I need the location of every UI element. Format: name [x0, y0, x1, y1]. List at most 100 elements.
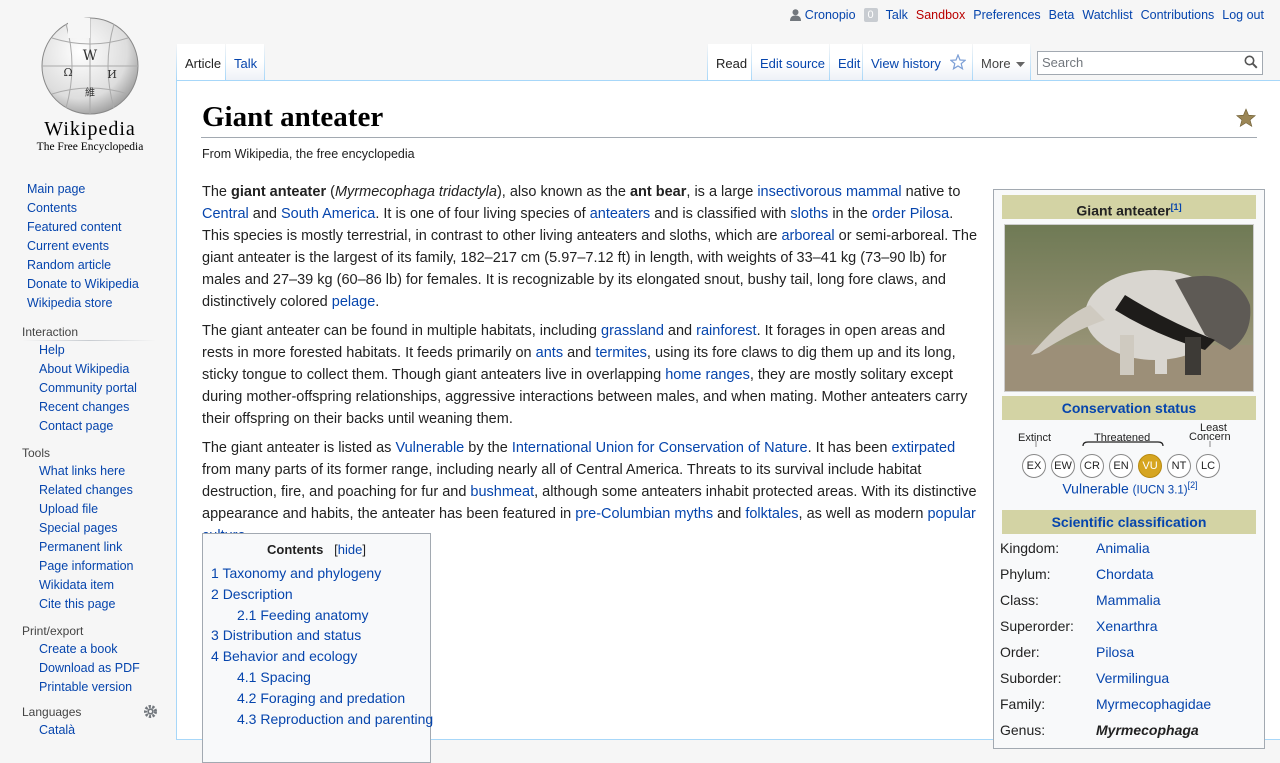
toc-item[interactable]: 4 Behavior and ecology — [211, 646, 422, 667]
sidebar-item-recent-changes[interactable]: Recent changes — [0, 398, 176, 417]
status-code-ew[interactable]: EW — [1051, 454, 1075, 478]
article-link[interactable]: pelage — [332, 294, 376, 310]
article-link[interactable]: bushmeat — [470, 484, 534, 500]
status-code-en[interactable]: EN — [1109, 454, 1133, 478]
preferences-link[interactable]: Preferences — [973, 8, 1040, 22]
article-link[interactable]: grassland — [601, 323, 664, 339]
sidebar-item-about-wikipedia[interactable]: About Wikipedia — [0, 360, 176, 379]
article-link[interactable]: International Union for Conservation of … — [512, 440, 808, 456]
sidebar-item-printable-version[interactable]: Printable version — [0, 678, 176, 697]
sidebar-item-cite-this-page[interactable]: Cite this page — [0, 595, 176, 614]
watchlist-link[interactable]: Watchlist — [1082, 8, 1132, 22]
article-link[interactable]: South America — [281, 206, 375, 222]
sidebar-item-donate-to-wikipedia[interactable]: Donate to Wikipedia — [0, 275, 176, 294]
toc-item[interactable]: 2.1 Feeding anatomy — [211, 605, 422, 626]
tab-view-history[interactable]: View history — [863, 44, 949, 80]
sidebar-item-help[interactable]: Help — [0, 341, 176, 360]
logout-link[interactable]: Log out — [1222, 8, 1264, 22]
user-link[interactable]: Cronopio — [789, 8, 856, 22]
notification-badge[interactable]: 0 — [863, 8, 878, 22]
article-link[interactable]: pre-Columbian — [575, 506, 670, 522]
toc-hide-link[interactable]: hide — [338, 542, 363, 557]
taxonomy-value-link[interactable]: Mammalia — [1096, 592, 1161, 608]
sandbox-link[interactable]: Sandbox — [916, 8, 965, 22]
article-link[interactable]: myths — [674, 506, 713, 522]
search-input[interactable]: Search — [1037, 51, 1263, 75]
toc-link[interactable]: Taxonomy and phylogeny — [222, 565, 381, 581]
toc-number[interactable]: 3 — [211, 627, 219, 643]
toc-link[interactable]: Foraging and predation — [260, 690, 405, 706]
taxonomy-value-link[interactable]: Pilosa — [1096, 644, 1134, 660]
talk-link[interactable]: Talk — [886, 8, 908, 22]
toc-number[interactable]: 4.1 — [237, 669, 256, 685]
more-menu[interactable]: More — [973, 44, 1030, 80]
sidebar-item-community-portal[interactable]: Community portal — [0, 379, 176, 398]
toc-link[interactable]: Distribution and status — [223, 627, 362, 643]
sidebar-item-wikipedia-store[interactable]: Wikipedia store — [0, 294, 176, 313]
tab-read[interactable]: Read — [708, 44, 756, 80]
sidebar-item-featured-content[interactable]: Featured content — [0, 218, 176, 237]
sidebar-item-contact-page[interactable]: Contact page — [0, 417, 176, 436]
toc-item[interactable]: 4.3 Reproduction and parenting — [211, 709, 433, 730]
taxonomy-value-link[interactable]: Vermilingua — [1096, 670, 1169, 686]
toc-link[interactable]: Feeding anatomy — [260, 607, 368, 623]
tab-edit-source[interactable]: Edit source — [752, 44, 834, 80]
sidebar-item-what-links-here[interactable]: What links here — [0, 462, 176, 481]
sidebar-item-main-page[interactable]: Main page — [0, 180, 176, 199]
sidebar-item-contents[interactable]: Contents — [0, 199, 176, 218]
username[interactable]: Cronopio — [805, 8, 856, 22]
language-link[interactable]: Català — [0, 721, 176, 740]
vulnerable-link[interactable]: Vulnerable — [1062, 481, 1128, 497]
sidebar-item-permanent-link[interactable]: Permanent link — [0, 538, 176, 557]
toc-item[interactable]: 4.2 Foraging and predation — [211, 688, 422, 709]
toc-link[interactable]: Spacing — [260, 669, 311, 685]
article-link[interactable]: home ranges — [665, 367, 750, 383]
toc-item[interactable]: 3 Distribution and status — [211, 625, 422, 646]
status-code-ex[interactable]: EX — [1022, 454, 1046, 478]
gear-icon[interactable] — [143, 704, 158, 719]
toc-number[interactable]: 2 — [211, 586, 219, 602]
article-link[interactable]: anteaters — [590, 206, 650, 222]
article-link[interactable]: sloths — [790, 206, 828, 222]
watch-star-tab[interactable] — [944, 44, 972, 80]
article-link[interactable]: Pilosa — [910, 206, 950, 222]
status-code-cr[interactable]: CR — [1080, 454, 1104, 478]
toc-number[interactable]: 4.3 — [237, 711, 256, 727]
sidebar-item-download-as-pdf[interactable]: Download as PDF — [0, 659, 176, 678]
taxonomy-value-link[interactable]: Myrmecophagidae — [1096, 696, 1211, 712]
tab-article[interactable]: Article — [177, 44, 230, 80]
article-link[interactable]: Vulnerable — [395, 440, 464, 456]
beta-link[interactable]: Beta — [1049, 8, 1075, 22]
article-link[interactable]: extirpated — [891, 440, 955, 456]
anteater-photo[interactable] — [1004, 224, 1254, 392]
toc-number[interactable]: 4.2 — [237, 690, 256, 706]
toc-item[interactable]: 4.1 Spacing — [211, 667, 422, 688]
article-link[interactable]: mammal — [846, 184, 902, 200]
search-icon[interactable] — [1244, 55, 1258, 69]
article-link[interactable]: Central — [202, 206, 249, 222]
classification-heading[interactable]: Scientific classification — [1002, 510, 1256, 534]
status-code-vu[interactable]: VU — [1138, 454, 1162, 478]
tab-talk[interactable]: Talk — [226, 44, 266, 80]
toc-link[interactable]: Behavior and ecology — [223, 648, 358, 664]
contributions-link[interactable]: Contributions — [1141, 8, 1215, 22]
sidebar-item-special-pages[interactable]: Special pages — [0, 519, 176, 538]
article-link[interactable]: ants — [536, 345, 563, 361]
status-code-nt[interactable]: NT — [1167, 454, 1191, 478]
sidebar-item-wikidata-item[interactable]: Wikidata item — [0, 576, 176, 595]
wikipedia-logo[interactable]: W Ω И 維 Wikipedia The Free Encyclopedia — [20, 12, 160, 162]
taxonomy-value-link[interactable]: Myrmecophaga — [1096, 722, 1199, 738]
toc-toggle[interactable]: [hide] — [327, 542, 366, 557]
featured-article-star-icon[interactable] — [1236, 108, 1256, 128]
sidebar-item-create-a-book[interactable]: Create a book — [0, 640, 176, 659]
article-link[interactable]: arboreal — [781, 228, 834, 244]
article-link[interactable]: order — [872, 206, 906, 222]
article-link[interactable]: termites — [595, 345, 647, 361]
sidebar-item-upload-file[interactable]: Upload file — [0, 500, 176, 519]
article-link[interactable]: folktales — [745, 506, 798, 522]
toc-link[interactable]: Description — [223, 586, 293, 602]
sidebar-item-random-article[interactable]: Random article — [0, 256, 176, 275]
taxonomy-value-link[interactable]: Xenarthra — [1096, 618, 1157, 634]
reference-link[interactable]: [1] — [1171, 202, 1182, 212]
sidebar-item-related-changes[interactable]: Related changes — [0, 481, 176, 500]
